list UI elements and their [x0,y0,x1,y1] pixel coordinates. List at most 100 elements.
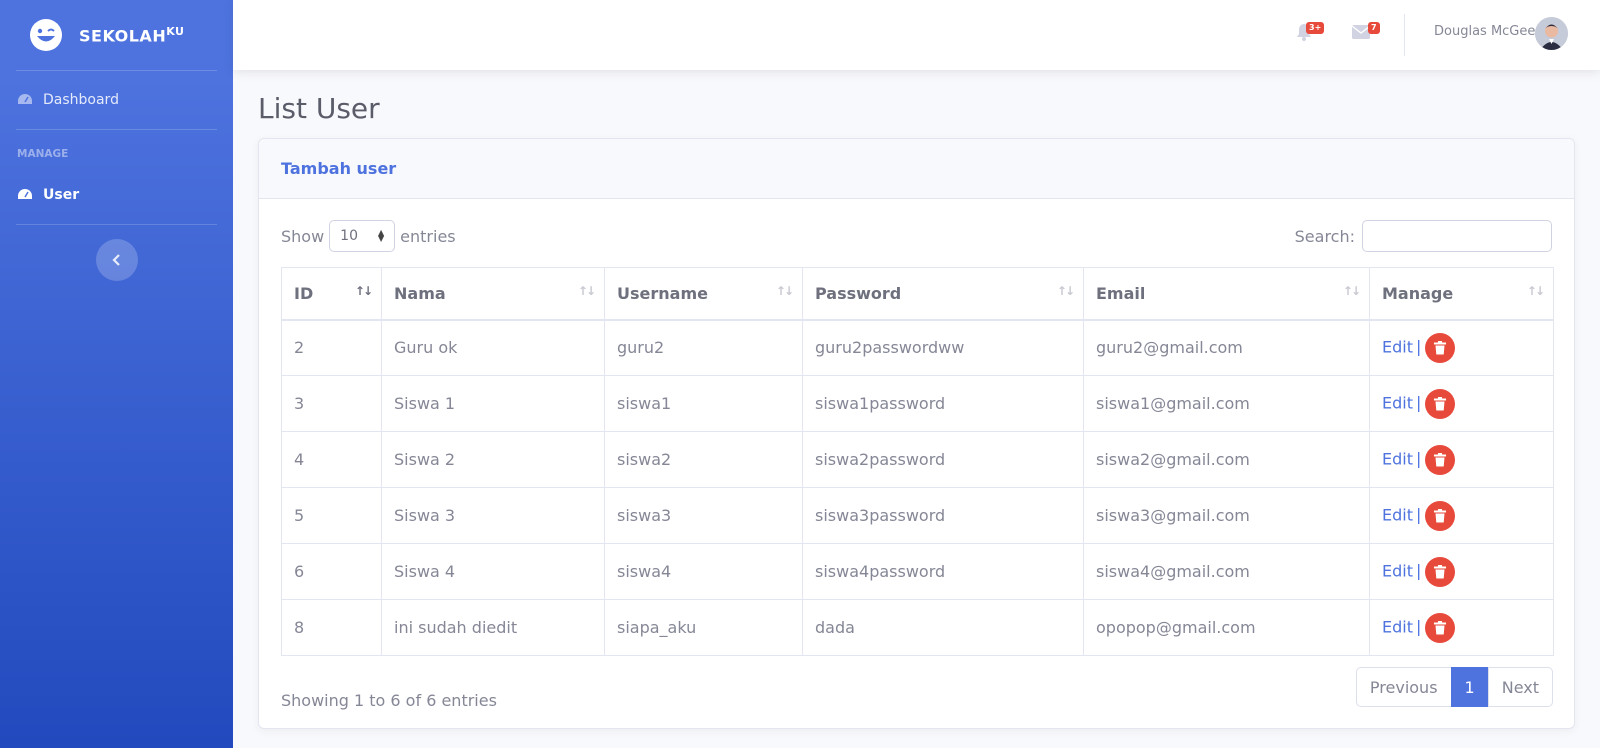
cell-password: siswa4password [802,543,1084,600]
cell-password: siswa2password [802,431,1084,488]
separator: | [1415,449,1422,468]
next-button[interactable]: Next [1487,667,1553,707]
cell-id: 2 [281,319,382,376]
card-header: Tambah user [259,139,1574,199]
user-avatar-icon [1535,17,1568,50]
separator: | [1415,561,1422,580]
cell-email: siswa4@gmail.com [1083,543,1370,600]
separator: | [1415,617,1422,636]
sidebar-item-dashboard[interactable]: Dashboard [0,71,233,129]
edit-link[interactable]: Edit [1382,617,1413,636]
table-body: 2 Guru ok guru2 guru2passwordww guru2@gm… [281,319,1554,656]
alerts-badge: 3+ [1306,22,1325,34]
table-row: 8 ini sudah diedit siapa_aku dada opopop… [281,599,1554,656]
table-row: 5 Siswa 3 siswa3 siswa3password siswa3@g… [281,487,1554,544]
sort-icon: ↑↓ [1342,284,1361,298]
edit-link[interactable]: Edit [1382,393,1413,412]
cell-nama: Siswa 4 [381,543,605,600]
sidebar-item-label: Dashboard [43,92,119,108]
cell-id: 8 [281,599,382,656]
delete-button[interactable] [1425,388,1456,419]
sort-icon: ↑↓ [1526,284,1545,298]
cell-nama: Siswa 2 [381,431,605,488]
cell-password: guru2passwordww [802,319,1084,376]
cell-manage: Edit | [1369,431,1554,488]
cell-username: siswa4 [604,543,803,600]
search-label: Search: [1294,226,1355,246]
select-arrows-icon: ▲ ▼ [378,228,385,243]
cell-id: 4 [281,431,382,488]
search-input[interactable] [1362,220,1552,252]
sidebar-item-user[interactable]: User [0,166,233,224]
sidebar-heading: MANAGE [17,148,69,160]
cell-password: siswa1password [802,375,1084,432]
column-header-manage[interactable]: Manage ↑↓ [1369,267,1554,321]
cell-email: opopop@gmail.com [1083,599,1370,656]
separator: | [1415,337,1422,357]
cell-id: 5 [281,487,382,544]
sidebar: SEKOLAHKU Dashboard MANAGE User [0,0,233,748]
cell-password: siswa3password [802,487,1084,544]
trash-icon [1434,396,1447,410]
delete-button[interactable] [1425,500,1456,531]
chevron-left-icon [112,254,120,266]
column-header-email[interactable]: Email ↑↓ [1083,267,1370,321]
trash-icon [1434,340,1447,355]
sort-icon: ↑↓ [577,284,596,298]
cell-username: siswa1 [604,375,803,432]
edit-link[interactable]: Edit [1382,505,1413,524]
topbar-divider [1404,14,1405,56]
page-length-select[interactable]: 10 ▲ ▼ [329,220,396,252]
sort-icon: ↑↓ [775,284,794,298]
delete-button[interactable] [1425,556,1456,587]
cell-username: siswa2 [604,431,803,488]
column-header-nama[interactable]: Nama ↑↓ [381,267,605,321]
table-row: 2 Guru ok guru2 guru2passwordww guru2@gm… [281,319,1554,376]
cell-nama: Guru ok [381,319,605,376]
edit-link[interactable]: Edit [1382,337,1413,356]
previous-button[interactable]: Previous [1355,667,1452,707]
sidebar-divider [16,224,217,225]
sidebar-toggle-button[interactable] [96,239,138,281]
cell-nama: Siswa 3 [381,487,605,544]
page-length-control: Show 10 ▲ ▼ entries [281,220,456,252]
page-title: List User [258,92,380,125]
cell-password: dada [802,599,1084,656]
cell-username: siapa_aku [604,599,803,656]
sort-icon: ↑↓ [354,284,373,298]
page-button-1[interactable]: 1 [1450,667,1489,707]
column-header-username[interactable]: Username ↑↓ [604,267,803,321]
laugh-wink-icon [30,19,62,51]
pagination: Previous 1 Next [1355,667,1553,707]
cell-email: guru2@gmail.com [1083,319,1370,376]
avatar[interactable] [1535,17,1568,50]
column-header-password[interactable]: Password ↑↓ [802,267,1084,321]
user-table: ID ↑↓ Nama ↑↓ Username ↑↓ Password ↑↓ Email ↑… [281,267,1554,656]
trash-icon [1434,452,1447,466]
trash-icon [1434,564,1447,578]
search-control: Search: [1295,220,1552,252]
page-length-value: 10 [340,228,358,244]
column-header-id[interactable]: ID ↑↓ [281,267,382,321]
edit-link[interactable]: Edit [1382,561,1413,580]
user-list-card: Tambah user Show 10 ▲ ▼ entries Search: I… [258,138,1575,729]
brand[interactable]: SEKOLAHKU [0,0,233,70]
cell-username: siswa3 [604,487,803,544]
tachometer-icon [18,94,32,104]
add-user-link[interactable]: Tambah user [281,159,396,178]
cell-nama: ini sudah diedit [381,599,605,656]
delete-button[interactable] [1425,444,1456,475]
sort-icon: ↑↓ [1056,284,1075,298]
cell-manage: Edit | [1369,543,1554,600]
delete-button[interactable] [1425,332,1456,363]
delete-button[interactable] [1425,612,1456,643]
tachometer-icon [18,189,32,199]
sidebar-item-label: User [43,187,80,203]
edit-link[interactable]: Edit [1382,449,1413,468]
cell-nama: Siswa 1 [381,375,605,432]
entries-label: entries [400,226,456,246]
separator: | [1415,393,1422,412]
table-row: 3 Siswa 1 siswa1 siswa1password siswa1@g… [281,375,1554,432]
table-info: Showing 1 to 6 of 6 entries [281,691,497,710]
user-name[interactable]: Douglas McGee [1434,24,1535,39]
